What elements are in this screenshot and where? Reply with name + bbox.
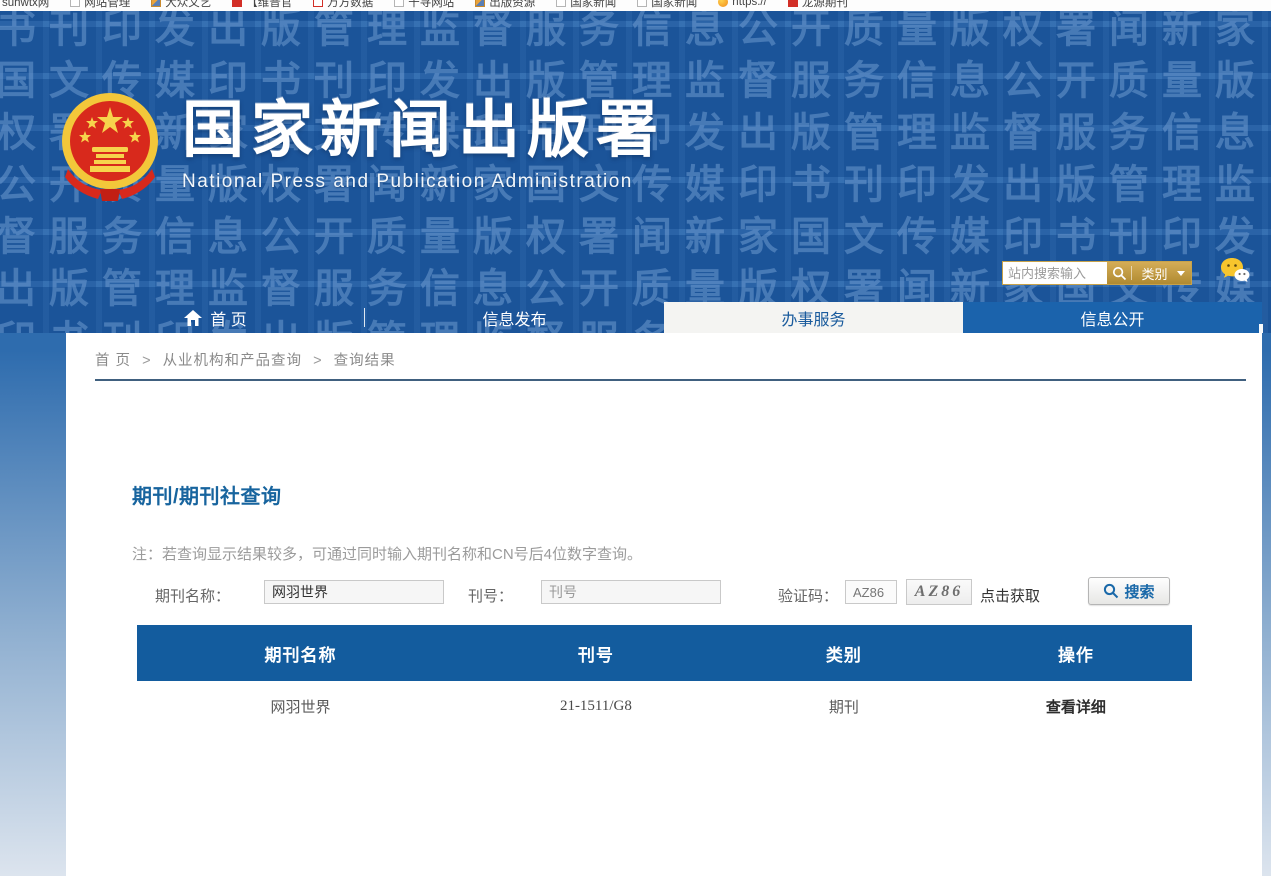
bookmark-item[interactable]: https:// (718, 0, 767, 8)
search-icon (1104, 583, 1119, 599)
bookmark-label: 出版资源 (489, 0, 536, 9)
search-category-dropdown[interactable]: 类别 (1132, 264, 1177, 283)
bookmark-favicon (718, 0, 729, 7)
nav-label: 信息公开 (1080, 311, 1145, 329)
bookmark-item[interactable]: 万方数据 (313, 0, 373, 10)
bookmark-label: suhwtx网 (2, 0, 50, 9)
results-table: 期刊名称 刊号 类别 操作 网羽世界 21-1511/G8 期刊 查看详细 (137, 625, 1192, 731)
nav-item-news[interactable]: 信息发布 (365, 302, 664, 333)
bookmark-favicon (787, 0, 798, 7)
bookmark-label: 大众文艺 (165, 0, 212, 9)
page-title: 期刊/期刊社查询 (132, 486, 282, 508)
bookmark-favicon (556, 0, 567, 7)
bookmark-favicon (232, 0, 243, 7)
site-search-widget: 类别 (1002, 261, 1192, 285)
table-header-row: 期刊名称 刊号 类别 操作 (137, 625, 1192, 681)
bookmark-item[interactable]: 【维普官 (232, 0, 292, 10)
site-search-controls: 类别 (1107, 262, 1191, 284)
nav-label: 信息发布 (482, 311, 547, 329)
captcha-refresh-link[interactable]: 点击获取 (980, 585, 1040, 606)
issn-label: 刊号： (468, 588, 514, 605)
view-detail-link[interactable]: 查看详细 (960, 681, 1192, 731)
site-subtitle-en: National Press and Publication Administr… (182, 171, 633, 193)
nav-label: 首 页 (210, 311, 247, 329)
bookmarks-row: suhwtx网 网站管理 大众文艺 【维普官 万方数据 千寻网站 出版资源 国家… (0, 0, 1271, 10)
browser-bookmarks-bar: suhwtx网 网站管理 大众文艺 【维普官 万方数据 千寻网站 出版资源 国家… (0, 0, 1271, 11)
captcha-label: 验证码： (778, 588, 839, 605)
breadcrumb-home[interactable]: 首 页 (95, 353, 131, 369)
nav-edge-sliver (1259, 324, 1263, 333)
bookmark-label: 龙源期刊 (801, 0, 848, 9)
column-header-issn: 刊号 (577, 645, 614, 665)
wechat-icon[interactable] (1220, 257, 1250, 290)
main-nav: 首 页 信息发布 办事服务 信息公开 (66, 302, 1262, 333)
chevron-down-icon[interactable] (1177, 270, 1185, 276)
journal-name-label: 期刊名称： (155, 588, 231, 605)
bookmark-favicon (475, 0, 486, 7)
page-content: 首 页 > 从业机构和产品查询 > 查询结果 期刊/期刊社查询 注：若查询显示结… (66, 333, 1262, 876)
breadcrumb: 首 页 > 从业机构和产品查询 > 查询结果 (95, 349, 396, 370)
site-brand: 国家新闻出版署 National Press and Publication A… (60, 91, 665, 203)
column-header-category: 类别 (825, 645, 862, 665)
bookmark-item[interactable]: 千寻网站 (394, 0, 454, 10)
breadcrumb-divider (95, 379, 1246, 381)
breadcrumb-separator: > (142, 353, 152, 369)
bookmark-favicon (394, 0, 405, 7)
bookmark-item[interactable]: 国家新闻 (637, 0, 697, 10)
national-emblem-logo (62, 93, 158, 201)
table-row: 网羽世界 21-1511/G8 期刊 查看详细 (137, 681, 1192, 731)
search-button[interactable]: 搜索 (1088, 577, 1170, 605)
cell-category: 期刊 (828, 698, 859, 716)
nav-label: 办事服务 (781, 311, 846, 329)
bookmark-item[interactable]: 龙源期刊 (787, 0, 848, 10)
captcha-input[interactable] (845, 580, 897, 604)
column-header-name: 期刊名称 (264, 645, 337, 665)
column-header-action: 操作 (1057, 645, 1094, 665)
nav-item-home[interactable]: 首 页 (66, 302, 365, 333)
journal-name-input[interactable] (264, 580, 444, 604)
cell-journal-name: 网羽世界 (270, 698, 331, 716)
captcha-image[interactable]: AZ86 (906, 579, 972, 605)
search-button-label: 搜索 (1124, 583, 1155, 601)
bookmark-favicon (70, 0, 81, 7)
nav-item-disclosure[interactable]: 信息公开 (963, 302, 1262, 333)
bookmark-label: 千寻网站 (408, 0, 455, 9)
site-title: 国家新闻出版署 (182, 96, 666, 165)
bookmark-label: 万方数据 (327, 0, 374, 9)
issn-input[interactable] (541, 580, 721, 604)
home-icon (184, 309, 203, 326)
bookmark-favicon (313, 0, 324, 7)
query-form: 期刊名称： 刊号： 验证码： AZ86 点击获取 搜索 (66, 577, 1262, 612)
bookmark-favicon (637, 0, 648, 7)
cell-issn: 21-1511/G8 (559, 697, 632, 714)
bookmark-item[interactable]: 网站管理 (70, 0, 130, 10)
breadcrumb-separator: > (313, 353, 323, 369)
bookmark-label: 【维普官 (246, 0, 293, 9)
nav-item-services[interactable]: 办事服务 (664, 302, 963, 333)
breadcrumb-query[interactable]: 从业机构和产品查询 (163, 353, 303, 369)
bookmark-item[interactable]: 出版资源 (475, 0, 535, 10)
brand-text: 国家新闻出版署 National Press and Publication A… (182, 91, 665, 193)
bookmark-item[interactable]: suhwtx网 (2, 0, 49, 10)
breadcrumb-current: 查询结果 (333, 353, 396, 369)
bookmark-label: 国家新闻 (651, 0, 698, 9)
query-note: 注：若查询显示结果较多，可通过同时输入期刊名称和CN号后4位数字查询。 (132, 546, 643, 563)
site-header: 书刊印发出版管理监督服务信息公开质量版权署闻新家国文传媒印书刊印发出版管理监督服… (0, 11, 1271, 333)
bookmark-label: 国家新闻 (570, 0, 617, 9)
bookmark-label: https:// (732, 0, 767, 8)
site-search-input[interactable] (1003, 262, 1107, 284)
bookmark-label: 网站管理 (84, 0, 131, 9)
bookmark-item[interactable]: 国家新闻 (556, 0, 616, 10)
bookmark-item[interactable]: 大众文艺 (151, 0, 211, 10)
search-icon[interactable] (1107, 262, 1131, 284)
bookmark-favicon (151, 0, 162, 7)
